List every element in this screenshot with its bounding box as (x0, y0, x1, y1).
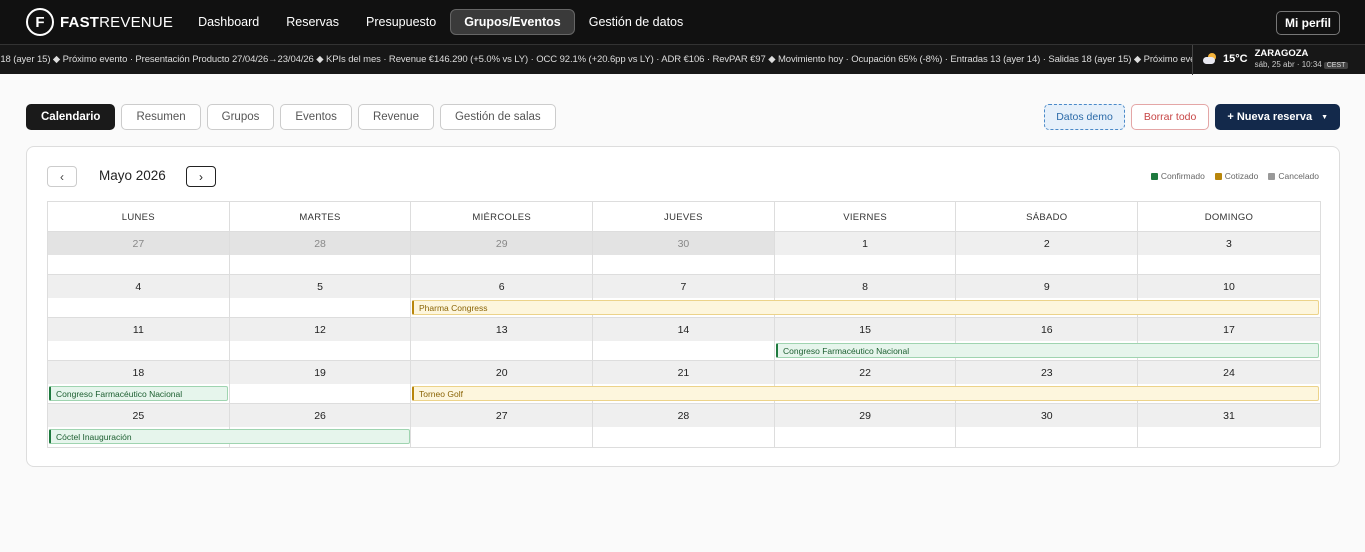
calendar-grid: LUNES MARTES MIÉRCOLES JUEVES VIERNES SÁ… (47, 201, 1321, 448)
event-bar-coctel-inauguracion[interactable]: Cóctel Inauguración (49, 429, 410, 444)
next-month-button[interactable]: › (186, 166, 216, 187)
calendar-week: 4 5 6 7 8 9 10 Pharma Congress (48, 275, 1320, 318)
tab-calendario[interactable]: Calendario (26, 104, 116, 130)
new-booking-label: + Nueva reserva (1227, 111, 1313, 123)
day-cell[interactable]: 11 (48, 318, 230, 341)
tab-resumen[interactable]: Resumen (121, 104, 201, 130)
nav-reservas[interactable]: Reservas (273, 10, 352, 34)
day-cell[interactable]: 14 (593, 318, 775, 341)
weekday-label: MIÉRCOLES (411, 202, 594, 232)
day-cell[interactable]: 25 (48, 404, 230, 427)
event-bar-congreso-farmaceutico[interactable]: Congreso Farmacéutico Nacional (776, 343, 1319, 358)
weekday-label: MARTES (230, 202, 412, 232)
day-cell[interactable]: 27 (411, 404, 594, 427)
action-buttons: Datos demo Borrar todo + Nueva reserva ▼ (1044, 104, 1340, 130)
kpi-ticker: as 18 (ayer 15) ◆ Próximo evento · Prese… (0, 44, 1365, 75)
nav-dashboard[interactable]: Dashboard (185, 10, 272, 34)
logo-text-light: REVENUE (99, 13, 174, 31)
day-cell[interactable]: 29 (775, 404, 957, 427)
day-cell[interactable]: 18 (48, 361, 230, 384)
day-cell[interactable]: 22 (775, 361, 957, 384)
day-cell[interactable]: 23 (956, 361, 1139, 384)
caret-down-icon: ▼ (1321, 113, 1328, 121)
nav-grupos-eventos[interactable]: Grupos/Eventos (450, 9, 575, 35)
logo-icon: F (26, 8, 54, 36)
calendar-card: ‹ Mayo 2026 › Confirmado Cotizado Cancel… (26, 146, 1340, 467)
legend-swatch-confirmado (1150, 172, 1158, 180)
view-tabs: Calendario Resumen Grupos Eventos Revenu… (26, 104, 562, 130)
day-cell[interactable]: 8 (775, 275, 957, 298)
weather-widget: 15°C ZARAGOZA sáb, 25 abr · 10:34 CEST (1203, 48, 1349, 69)
day-cell[interactable]: 19 (230, 361, 412, 384)
clear-all-button[interactable]: Borrar todo (1130, 104, 1210, 130)
tab-grupos[interactable]: Grupos (206, 104, 275, 130)
profile-button[interactable]: Mi perfil (1275, 11, 1340, 35)
day-cell[interactable]: 5 (230, 275, 412, 298)
day-cell[interactable]: 7 (593, 275, 775, 298)
logo-text-bold: FAST (60, 13, 100, 31)
day-cell[interactable]: 20 (411, 361, 594, 384)
day-cell[interactable]: 28 (229, 232, 412, 255)
day-cell[interactable]: 12 (230, 318, 412, 341)
day-cell[interactable]: 9 (956, 275, 1139, 298)
weather-temp: 15°C (1223, 52, 1248, 65)
day-cell[interactable]: 26 (230, 404, 412, 427)
status-legend: Confirmado Cotizado Cancelado (1141, 171, 1319, 181)
day-cell[interactable]: 10 (1138, 275, 1320, 298)
weekday-header: LUNES MARTES MIÉRCOLES JUEVES VIERNES SÁ… (48, 202, 1320, 232)
weekday-label: VIERNES (775, 202, 957, 232)
timezone-badge: CEST (1323, 62, 1349, 69)
tab-revenue[interactable]: Revenue (357, 104, 434, 130)
nav-presupuesto[interactable]: Presupuesto (353, 10, 449, 34)
weekday-label: LUNES (48, 202, 230, 232)
logo[interactable]: F FASTREVENUE (26, 8, 173, 36)
partly-cloudy-icon (1203, 52, 1217, 65)
calendar-week: 25 26 27 28 29 30 31 Cóctel Inauguración (48, 404, 1320, 447)
day-cell[interactable]: 15 (775, 318, 957, 341)
prev-month-button[interactable]: ‹ (47, 166, 77, 187)
weather-city: ZARAGOZA (1254, 48, 1309, 59)
day-cell[interactable]: 4 (48, 275, 230, 298)
nav-gestion-datos[interactable]: Gestión de datos (576, 10, 697, 34)
new-booking-button[interactable]: + Nueva reserva ▼ (1215, 104, 1340, 130)
day-cell[interactable]: 24 (1138, 361, 1320, 384)
event-bar-torneo-golf[interactable]: Torneo Golf (412, 386, 1319, 401)
legend-swatch-cancelado (1268, 172, 1276, 180)
ticker-divider (1192, 45, 1193, 75)
calendar-week: 11 12 13 14 15 16 17 Congreso Farmacéuti… (48, 318, 1320, 361)
legend-swatch-cotizado (1214, 172, 1222, 180)
weather-datetime: sáb, 25 abr · 10:34 CEST (1255, 60, 1349, 69)
day-cell[interactable]: 27 (48, 232, 230, 255)
month-title: Mayo 2026 (99, 168, 166, 183)
main-nav: Dashboard Reservas Presupuesto Grupos/Ev… (185, 9, 697, 35)
day-cell[interactable]: 30 (593, 232, 775, 255)
day-cell[interactable]: 6 (411, 275, 594, 298)
top-navbar: F FASTREVENUE Dashboard Reservas Presupu… (0, 0, 1365, 44)
tab-eventos[interactable]: Eventos (280, 104, 352, 130)
legend-item: Cancelado (1268, 171, 1319, 181)
day-cell[interactable]: 16 (956, 318, 1139, 341)
day-cell[interactable]: 28 (593, 404, 775, 427)
event-bar-congreso-farmaceutico[interactable]: Congreso Farmacéutico Nacional (49, 386, 228, 401)
calendar-week: 18 19 20 21 22 23 24 Congreso Farmacéuti… (48, 361, 1320, 404)
legend-item: Confirmado (1150, 171, 1205, 181)
weekday-label: JUEVES (593, 202, 775, 232)
day-cell[interactable]: 2 (956, 232, 1139, 255)
day-cell[interactable]: 3 (1138, 232, 1320, 255)
day-cell[interactable]: 30 (956, 404, 1139, 427)
weekday-label: SÁBADO (956, 202, 1139, 232)
day-cell[interactable]: 17 (1138, 318, 1320, 341)
weekday-label: DOMINGO (1204, 211, 1254, 223)
day-cell[interactable]: 1 (775, 232, 957, 255)
tab-gestion-salas[interactable]: Gestión de salas (439, 104, 556, 130)
calendar-week: 27 28 29 30 1 2 3 (48, 232, 1320, 275)
day-cell[interactable]: 31 (1138, 404, 1320, 427)
legend-item: Cotizado (1214, 171, 1258, 181)
demo-data-button[interactable]: Datos demo (1044, 104, 1125, 130)
day-cell[interactable]: 13 (411, 318, 594, 341)
day-cell[interactable]: 29 (411, 232, 594, 255)
day-cell[interactable]: 21 (593, 361, 775, 384)
ticker-text: as 18 (ayer 15) ◆ Próximo evento · Prese… (0, 54, 1192, 65)
event-bar-pharma-congress[interactable]: Pharma Congress (412, 300, 1319, 315)
